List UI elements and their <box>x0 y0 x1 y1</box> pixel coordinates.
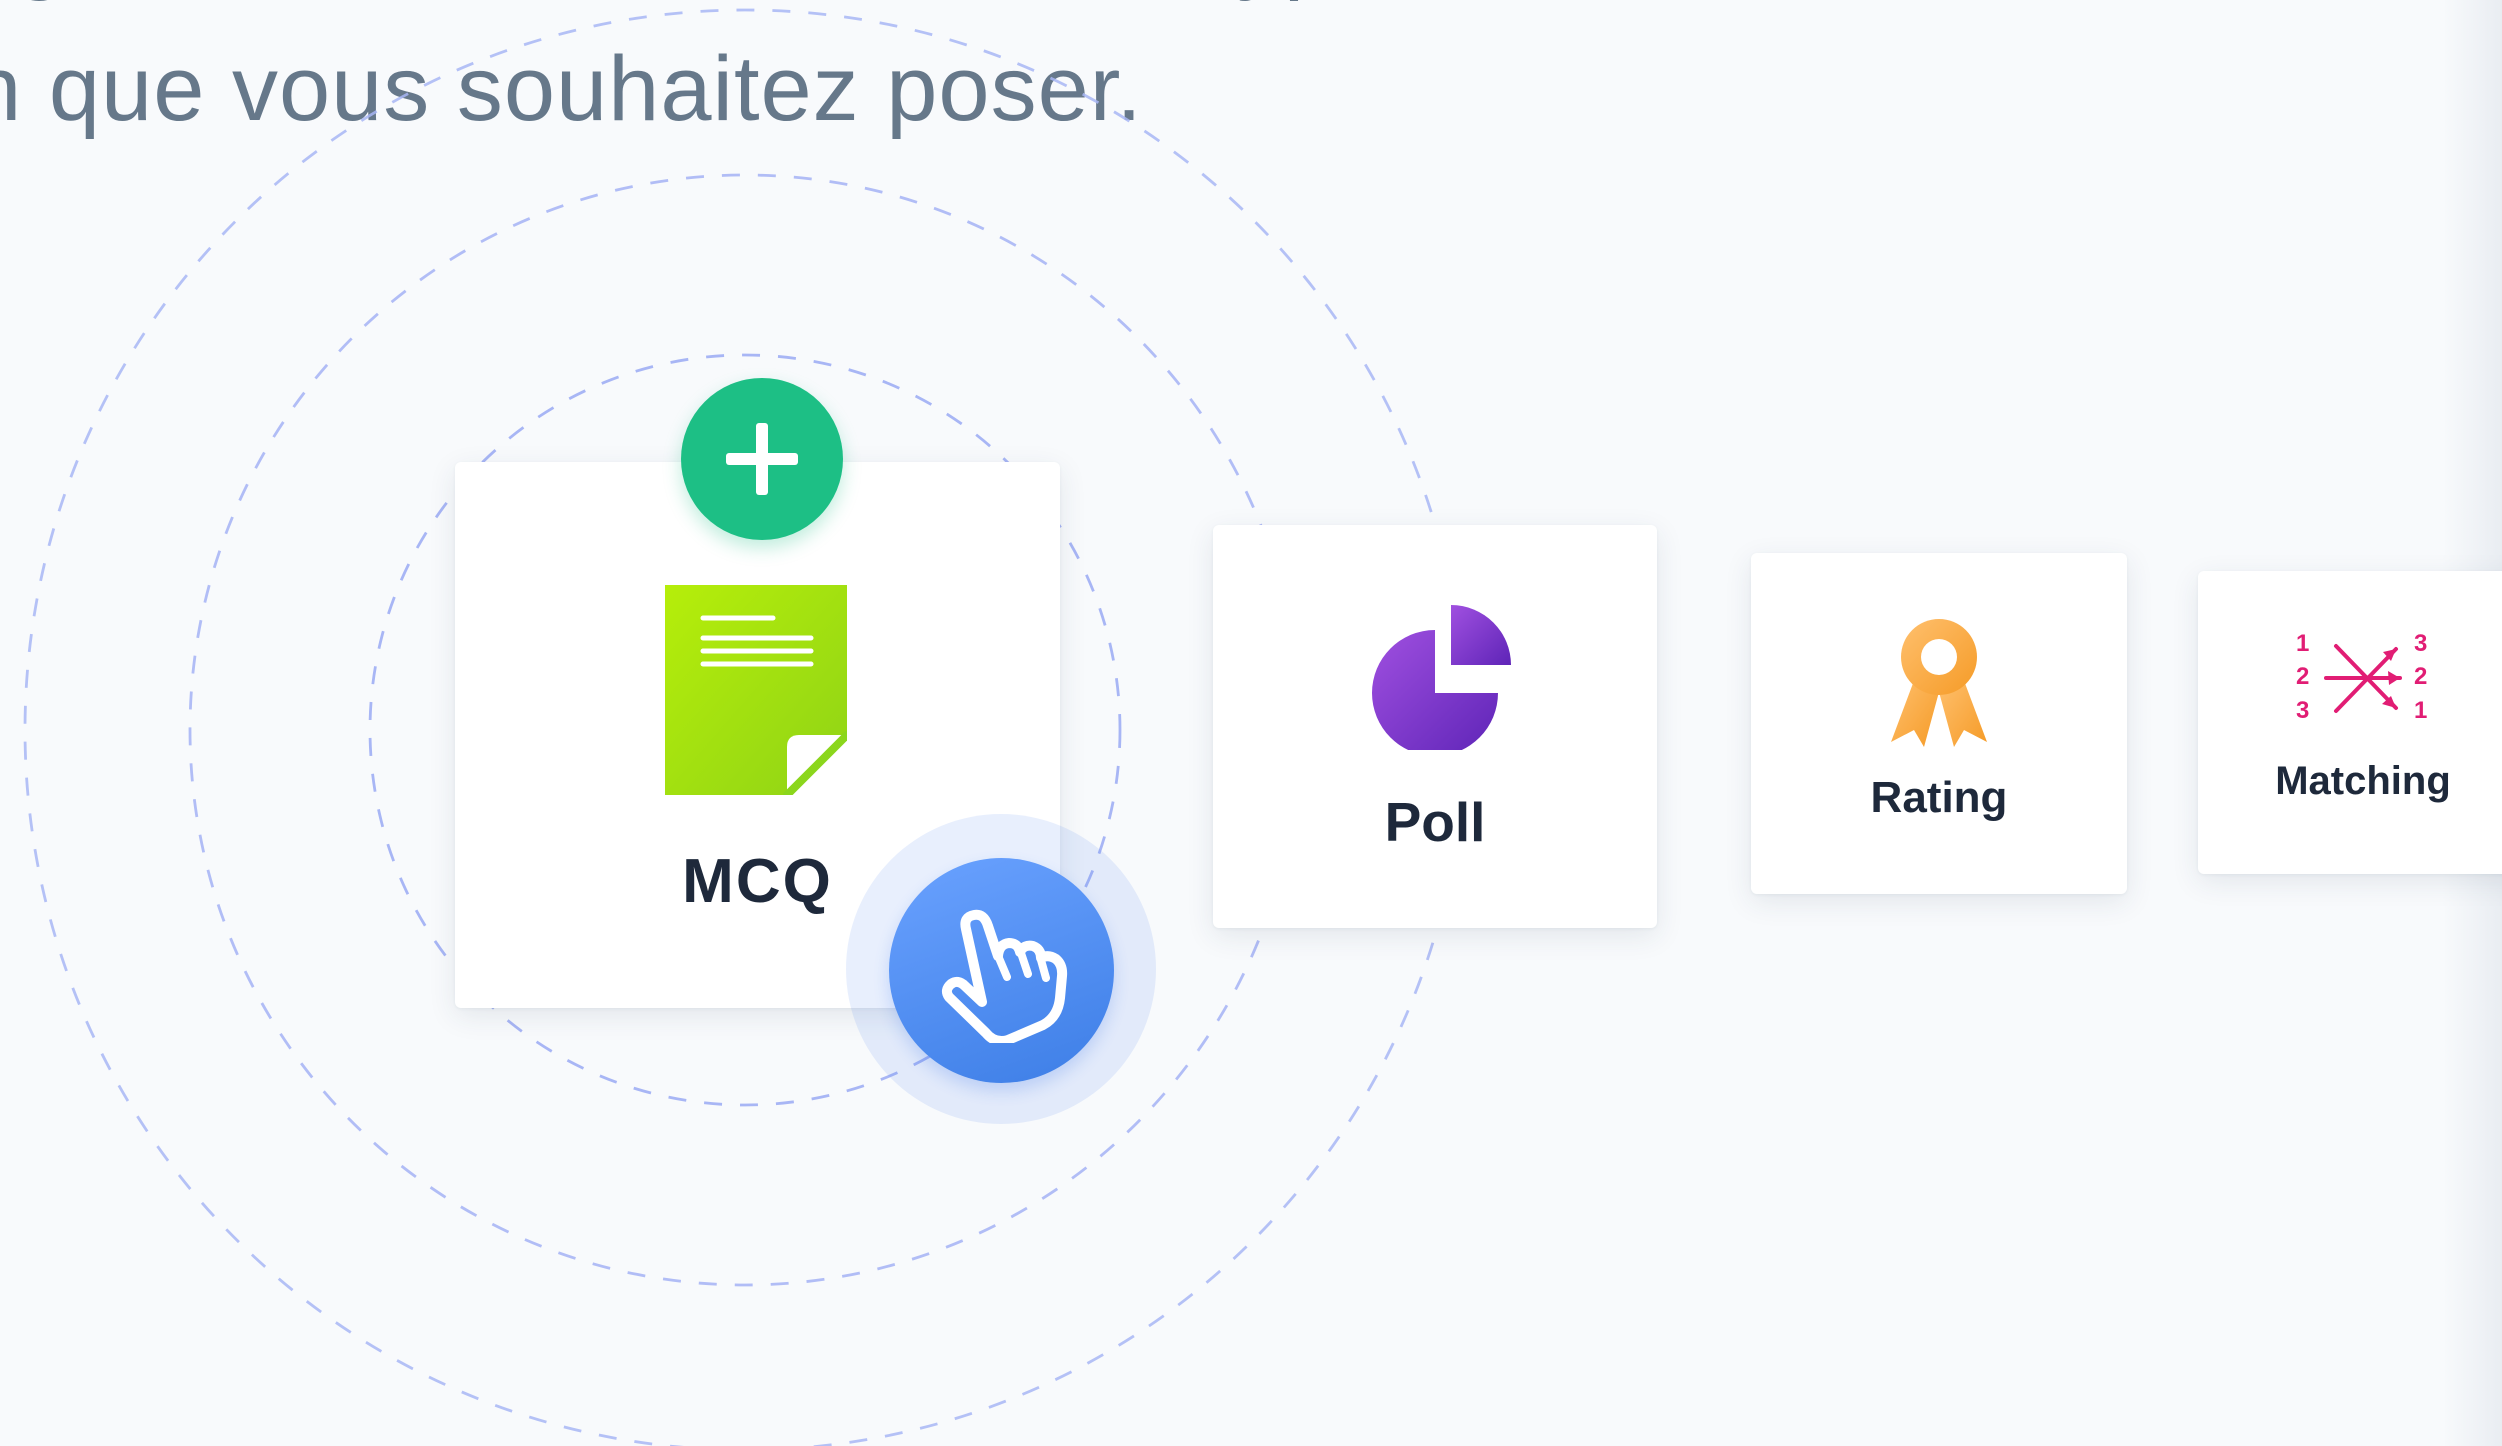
matching-right-number-1: 1 <box>2414 697 2427 724</box>
instruction-text: l'onglet des votes, choisissez le type d… <box>0 0 2070 158</box>
question-type-selection-screen: l'onglet des votes, choisissez le type d… <box>0 0 2502 1446</box>
matching-left-number-2: 2 <box>2296 663 2309 690</box>
add-question-button[interactable] <box>681 378 843 540</box>
award-ribbon-icon <box>1891 619 1987 747</box>
rating-question-type-card[interactable]: Rating <box>1751 553 2127 894</box>
rating-card-label: Rating <box>1870 773 2008 822</box>
instruction-line-1: l'onglet des votes, choisissez le type d… <box>0 0 2070 20</box>
hand-pointer-icon <box>941 909 1068 1043</box>
poll-card-label: Poll <box>1384 791 1486 853</box>
matching-right-number-3: 3 <box>2414 630 2427 657</box>
matching-left-number-3: 3 <box>2296 697 2309 724</box>
matching-arrows-icon: 1 2 3 3 2 1 <box>2296 630 2427 724</box>
instruction-line-2: tion que vous souhaitez poser. <box>0 38 1143 140</box>
matching-card-label: Matching <box>2275 759 2451 803</box>
poll-question-type-card[interactable]: Poll <box>1213 525 1657 928</box>
matching-right-number-2: 2 <box>2414 663 2427 690</box>
plus-icon <box>726 423 798 495</box>
document-icon <box>665 585 847 795</box>
matching-question-type-card[interactable]: 1 2 3 3 2 1 Matching <box>2198 571 2502 874</box>
pie-chart-icon <box>1372 605 1511 750</box>
select-question-type-pointer-button[interactable] <box>889 858 1114 1083</box>
matching-left-number-1: 1 <box>2296 630 2309 657</box>
